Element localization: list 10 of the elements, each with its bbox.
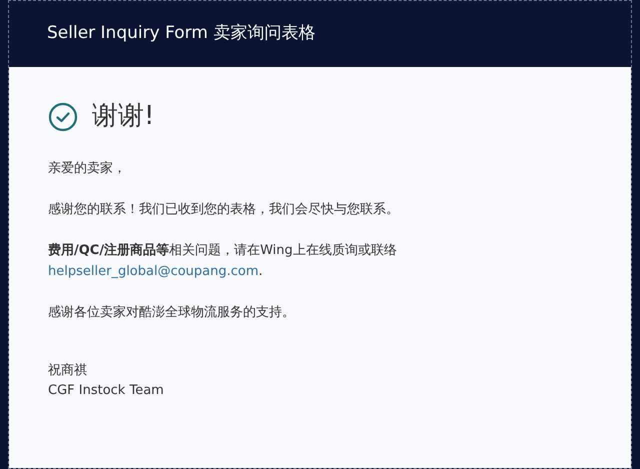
message-paragraph: 费用/QC/注册商品等相关问题，请在Wing上在线质询或联络 helpseller_global@coupang.com. [48,242,398,281]
email-link[interactable]: helpseller_global@coupang.com [48,264,259,279]
signature-line: CGF Instock Team [48,382,165,400]
check-circle-icon [48,102,78,132]
thank-you-heading: 谢谢! [92,100,154,133]
signature-line: 祝商祺 [48,362,88,380]
message-paragraph: 感谢您的联系！我们已收到您的表格，我们会尽快与您联系。 [48,201,400,219]
message-paragraph: 亲爱的卖家， [48,160,127,178]
form-title: Seller Inquiry Form 卖家询问表格 [47,22,316,46]
message-paragraph: 感谢各位卖家对酷澎全球物流服务的支持。 [48,304,296,322]
